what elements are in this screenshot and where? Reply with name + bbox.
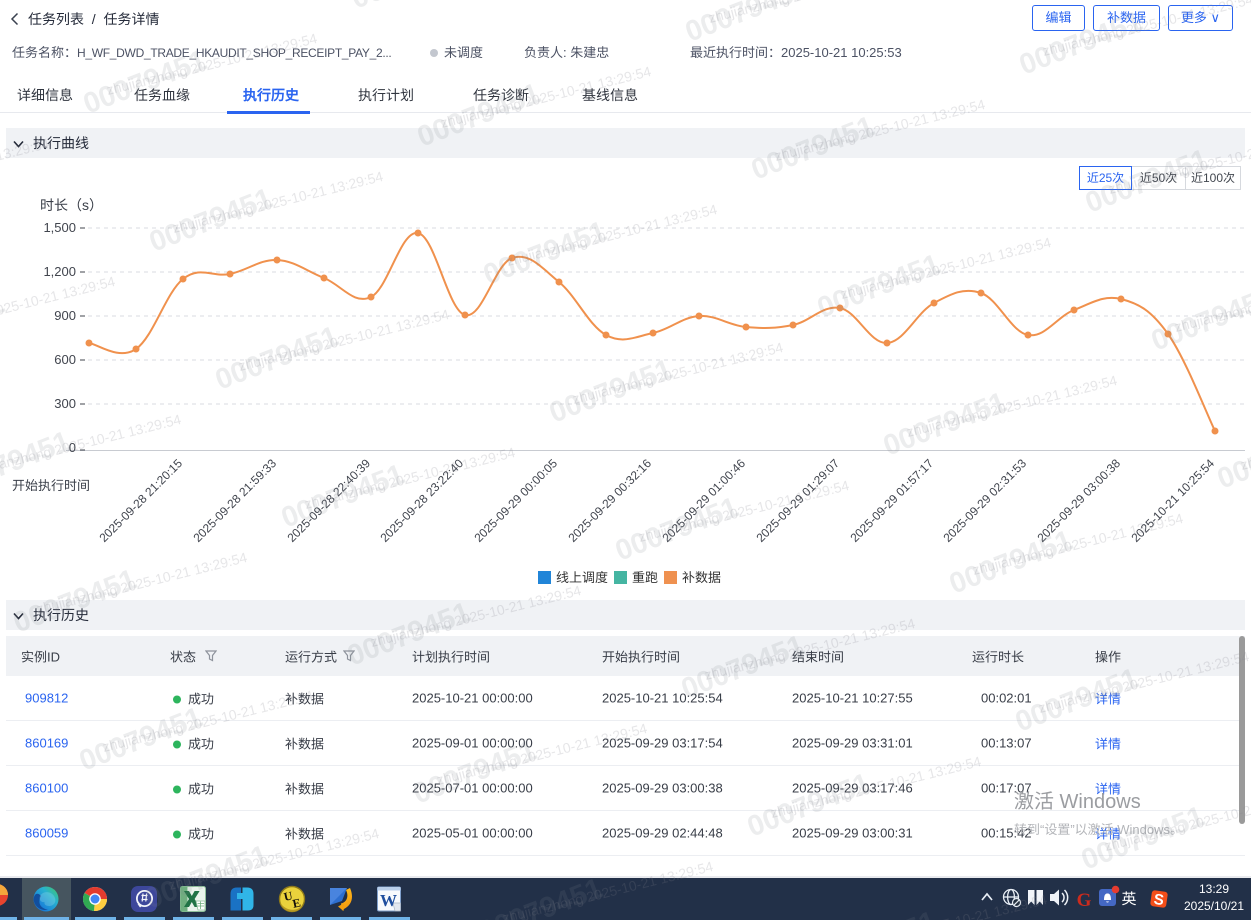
svg-text:2025-09-28 23:22:40: 2025-09-28 23:22:40	[377, 456, 466, 545]
svg-text:0: 0	[69, 440, 76, 455]
svg-text:600: 600	[54, 352, 76, 367]
svg-text:2025-09-29 01:29:07: 2025-09-29 01:29:07	[753, 456, 842, 545]
svg-text:900: 900	[54, 308, 76, 323]
svg-text:2025-09-28 22:40:39: 2025-09-28 22:40:39	[284, 456, 373, 545]
svg-text:时长（s）: 时长（s）	[40, 197, 103, 213]
svg-text:2025-09-28 21:59:33: 2025-09-28 21:59:33	[190, 456, 279, 545]
svg-text:2025-09-29 02:31:53: 2025-09-29 02:31:53	[940, 456, 1029, 545]
svg-text:英: 英	[1121, 891, 1136, 908]
svg-text:线上调度: 线上调度	[556, 570, 608, 585]
svg-text:2025-09-28 21:20:15: 2025-09-28 21:20:15	[96, 456, 185, 545]
svg-text:重跑: 重跑	[632, 570, 658, 585]
svg-text:开始执行时间: 开始执行时间	[12, 478, 90, 493]
svg-text:2025-09-29 01:57:17: 2025-09-29 01:57:17	[847, 456, 936, 545]
svg-text:2025-09-29 00:00:05: 2025-09-29 00:00:05	[471, 456, 560, 545]
svg-text:2025-10-21 10:25:54: 2025-10-21 10:25:54	[1128, 456, 1217, 545]
svg-text:300: 300	[54, 396, 76, 411]
svg-text:1,500: 1,500	[43, 220, 76, 235]
svg-text:补数据: 补数据	[682, 570, 721, 585]
svg-text:2025-09-29 03:00:38: 2025-09-29 03:00:38	[1034, 456, 1123, 545]
svg-text:2025-09-29 00:32:16: 2025-09-29 00:32:16	[565, 456, 654, 545]
svg-text:1,200: 1,200	[43, 264, 76, 279]
svg-text:2025-09-29 01:00:46: 2025-09-29 01:00:46	[659, 456, 748, 545]
svg-text:G: G	[1077, 890, 1092, 911]
svg-text:W: W	[380, 891, 397, 910]
